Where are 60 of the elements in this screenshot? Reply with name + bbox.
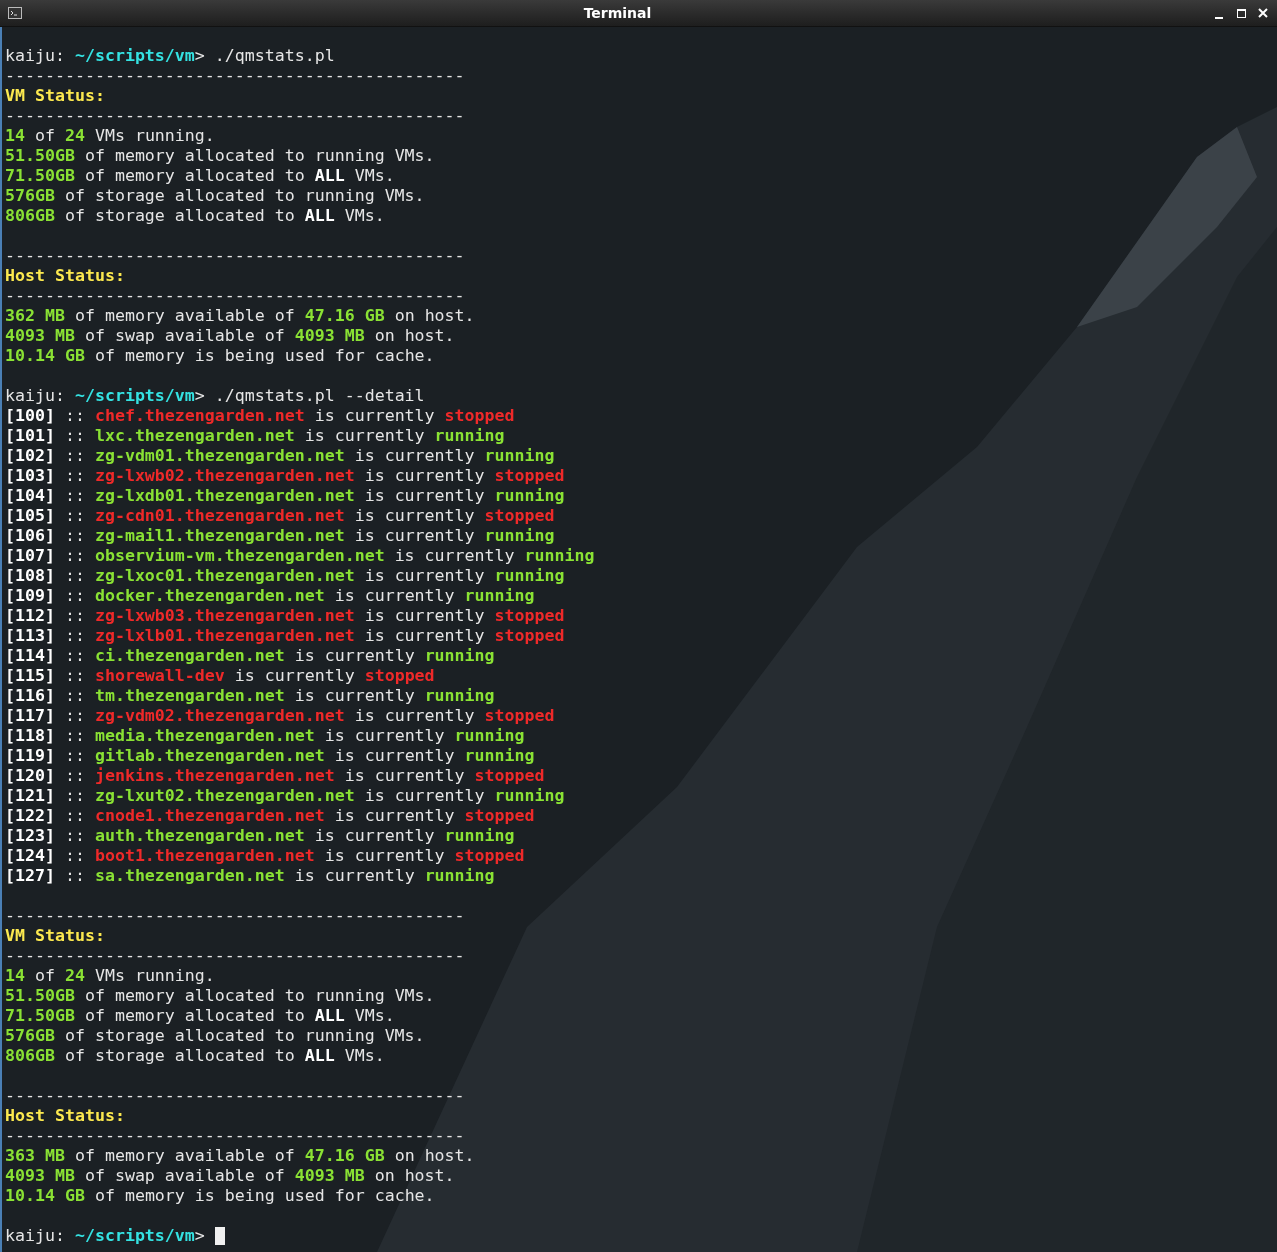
- terminal-line: ----------------------------------------------: [5, 1126, 465, 1146]
- terminal-line: 4093 MB of swap available of 4093 MB on host.: [5, 326, 455, 346]
- terminal-line: kaiju: ~/scripts/vm> ./qmstats.pl --detail: [5, 386, 425, 406]
- terminal-line: 363 MB of memory available of 47.16 GB on host.: [5, 1146, 475, 1166]
- terminal-line: [121] :: zg-lxut02.thezengarden.net is currently running: [5, 786, 565, 806]
- terminal-line: ----------------------------------------------: [5, 286, 465, 306]
- terminal-line: ----------------------------------------------: [5, 1086, 465, 1106]
- terminal-line: [119] :: gitlab.thezengarden.net is currently running: [5, 746, 535, 766]
- terminal-line: 14 of 24 VMs running.: [5, 966, 215, 986]
- close-button[interactable]: [1257, 7, 1269, 19]
- terminal-line: [106] :: zg-mail1.thezengarden.net is currently running: [5, 526, 555, 546]
- terminal-line: [108] :: zg-lxoc01.thezengarden.net is currently running: [5, 566, 565, 586]
- terminal-line: [109] :: docker.thezengarden.net is currently running: [5, 586, 535, 606]
- terminal-line: ----------------------------------------------: [5, 106, 465, 126]
- terminal-line: 576GB of storage allocated to running VMs.: [5, 186, 425, 206]
- terminal-line: [102] :: zg-vdm01.thezengarden.net is currently running: [5, 446, 555, 466]
- terminal-line: 10.14 GB of memory is being used for cache.: [5, 346, 435, 366]
- terminal-line: [104] :: zg-lxdb01.thezengarden.net is currently running: [5, 486, 565, 506]
- terminal-line: 4093 MB of swap available of 4093 MB on host.: [5, 1166, 455, 1186]
- terminal-line: kaiju: ~/scripts/vm> ./qmstats.pl: [5, 46, 335, 66]
- terminal-line: [127] :: sa.thezengarden.net is currently running: [5, 866, 495, 886]
- terminal-line: 51.50GB of memory allocated to running VMs.: [5, 146, 435, 166]
- terminal-line: [115] :: shorewall-dev is currently stopped: [5, 666, 435, 686]
- terminal-line: VM Status:: [5, 926, 105, 946]
- prompt-line: kaiju: ~/scripts/vm>: [5, 1226, 206, 1246]
- terminal-line: VM Status:: [5, 86, 105, 106]
- terminal-line: 71.50GB of memory allocated to ALL VMs.: [5, 1006, 395, 1026]
- terminal-line: 14 of 24 VMs running.: [5, 126, 215, 146]
- terminal-line: [101] :: lxc.thezengarden.net is currently running: [5, 426, 505, 446]
- terminal-line: ----------------------------------------------: [5, 946, 465, 966]
- terminal-line: [114] :: ci.thezengarden.net is currently running: [5, 646, 495, 666]
- terminal-line: [123] :: auth.thezengarden.net is currently running: [5, 826, 515, 846]
- terminal-icon: [8, 7, 22, 19]
- terminal-line: [100] :: chef.thezengarden.net is currently stopped: [5, 406, 515, 426]
- terminal-line: [113] :: zg-lxlb01.thezengarden.net is currently stopped: [5, 626, 565, 646]
- window-title: Terminal: [583, 3, 652, 23]
- terminal-line: 51.50GB of memory allocated to running VMs.: [5, 986, 435, 1006]
- terminal-line: 806GB of storage allocated to ALL VMs.: [5, 1046, 385, 1066]
- terminal-line: ----------------------------------------------: [5, 66, 465, 86]
- terminal-line: [116] :: tm.thezengarden.net is currently running: [5, 686, 495, 706]
- close-icon: [1258, 8, 1268, 18]
- terminal-line: ----------------------------------------------: [5, 906, 465, 926]
- terminal-line: [117] :: zg-vdm02.thezengarden.net is currently stopped: [5, 706, 555, 726]
- terminal-line: ----------------------------------------------: [5, 246, 465, 266]
- terminal-line: 71.50GB of memory allocated to ALL VMs.: [5, 166, 395, 186]
- terminal-line: [120] :: jenkins.thezengarden.net is currently stopped: [5, 766, 545, 786]
- terminal-line: 362 MB of memory available of 47.16 GB on host.: [5, 306, 475, 326]
- terminal-line: 806GB of storage allocated to ALL VMs.: [5, 206, 385, 226]
- terminal-line: Host Status:: [5, 1106, 125, 1126]
- terminal-line: [103] :: zg-lxwb02.thezengarden.net is currently stopped: [5, 466, 565, 486]
- terminal-line: [107] :: observium-vm.thezengarden.net is currently running: [5, 546, 595, 566]
- terminal-line: [118] :: media.thezengarden.net is currently running: [5, 726, 525, 746]
- terminal-line: 576GB of storage allocated to running VMs.: [5, 1026, 425, 1046]
- maximize-button[interactable]: [1235, 7, 1247, 19]
- terminal-line: 10.14 GB of memory is being used for cache.: [5, 1186, 435, 1206]
- terminal-line: Host Status:: [5, 266, 125, 286]
- terminal-line: [122] :: cnode1.thezengarden.net is currently stopped: [5, 806, 535, 826]
- terminal-line: [124] :: boot1.thezengarden.net is currently stopped: [5, 846, 525, 866]
- terminal-line: [112] :: zg-lxwb03.thezengarden.net is currently stopped: [5, 606, 565, 626]
- terminal-line: [105] :: zg-cdn01.thezengarden.net is currently stopped: [5, 506, 555, 526]
